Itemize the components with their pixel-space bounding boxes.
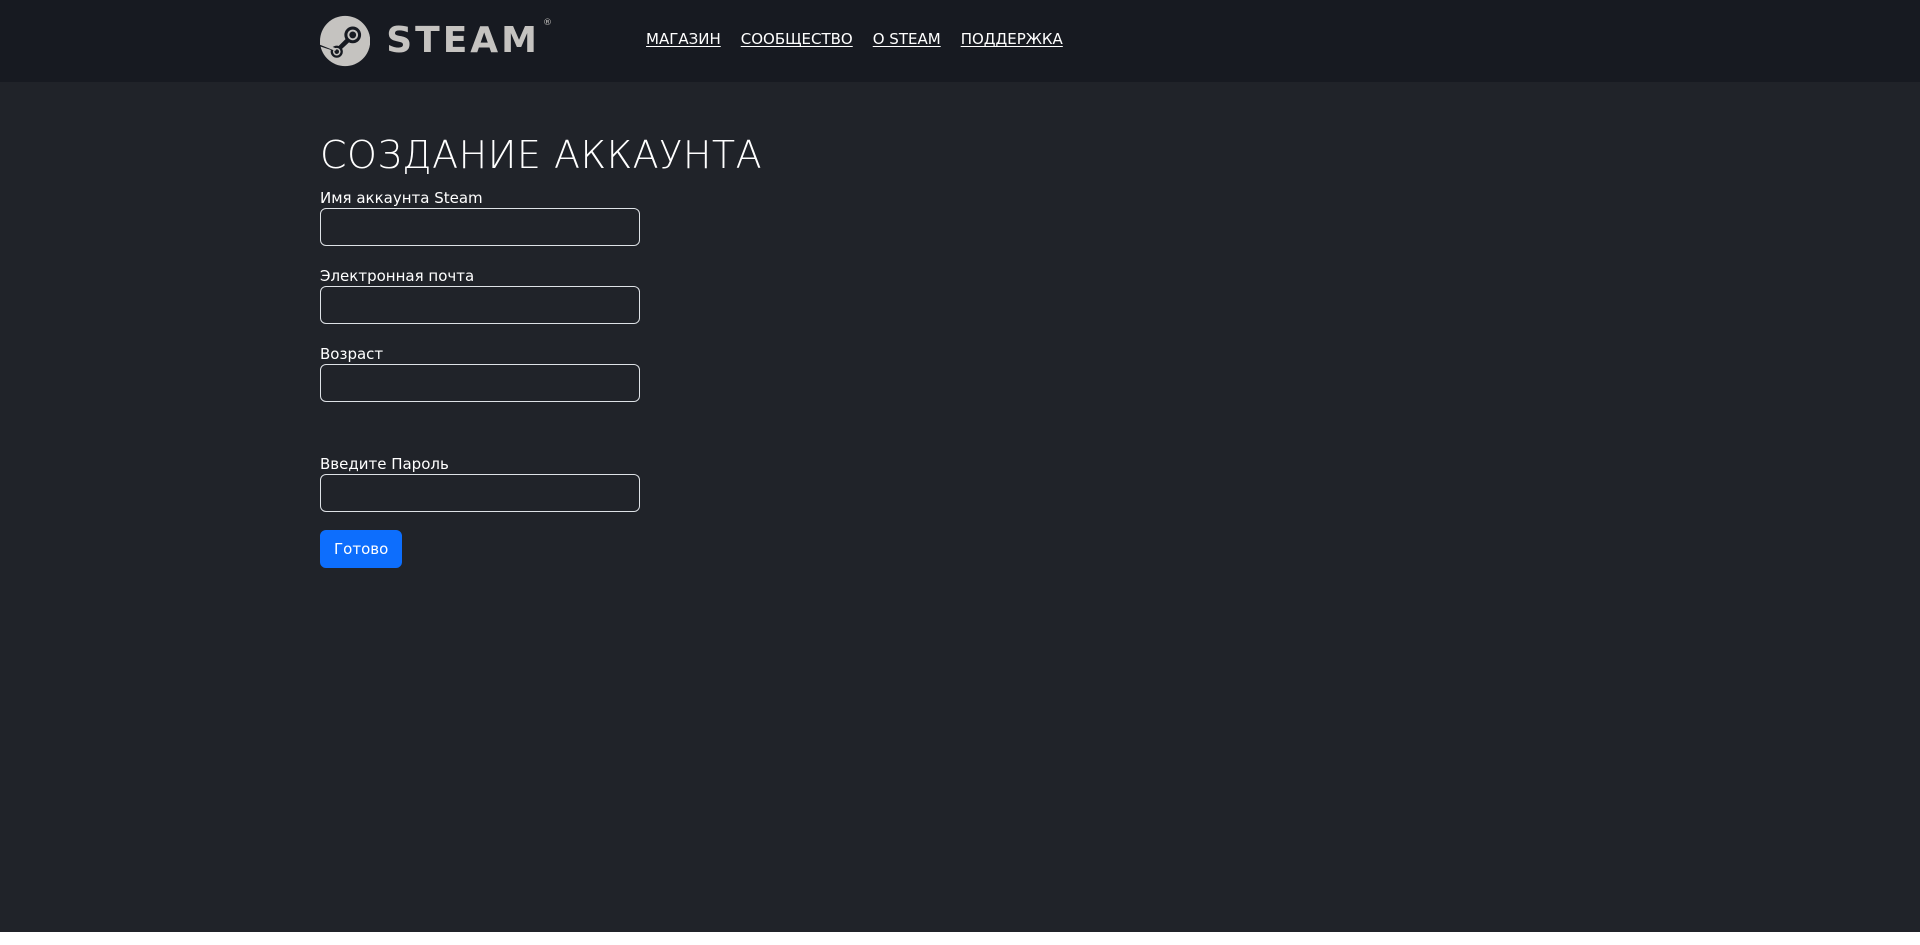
submit-button[interactable]: Готово: [320, 530, 403, 568]
nav-link-about[interactable]: О STEAM: [873, 30, 941, 48]
email-label: Электронная почта: [320, 267, 475, 285]
password-input[interactable]: [320, 474, 640, 512]
steam-logo[interactable]: STEAM ®: [320, 6, 552, 76]
steam-logo-icon: [320, 15, 371, 67]
email-group: Электронная почта: [320, 266, 640, 324]
nav-link-support[interactable]: ПОДДЕРЖКА: [961, 30, 1063, 48]
page: STEAM ® МАГАЗИН СООБЩЕСТВО О STEAM ПОДДЕ…: [0, 0, 1920, 932]
steam-wordmark: STEAM ®: [386, 19, 552, 61]
account-name-group: Имя аккаунта Steam: [320, 188, 640, 246]
age-label: Возраст: [320, 345, 384, 363]
age-group: Возраст: [320, 344, 640, 402]
age-input[interactable]: [320, 364, 640, 402]
steam-wordmark-text: STEAM: [386, 20, 540, 61]
create-account-form: СОЗДАНИЕ АККАУНТА Имя аккаунта Steam Эле…: [320, 130, 763, 568]
email-input[interactable]: [320, 286, 640, 324]
site-header: STEAM ® МАГАЗИН СООБЩЕСТВО О STEAM ПОДДЕ…: [0, 0, 1920, 82]
account-name-input[interactable]: [320, 208, 640, 246]
password-label: Введите Пароль: [320, 455, 449, 473]
page-title: СОЗДАНИЕ АККАУНТА: [320, 133, 763, 177]
main-nav: МАГАЗИН СООБЩЕСТВО О STEAM ПОДДЕРЖКА: [646, 30, 1063, 48]
registered-mark: ®: [543, 18, 552, 28]
nav-link-store[interactable]: МАГАЗИН: [646, 30, 721, 48]
account-name-label: Имя аккаунта Steam: [320, 189, 483, 207]
nav-link-community[interactable]: СООБЩЕСТВО: [741, 30, 853, 48]
password-group: Введите Пароль: [320, 454, 640, 512]
